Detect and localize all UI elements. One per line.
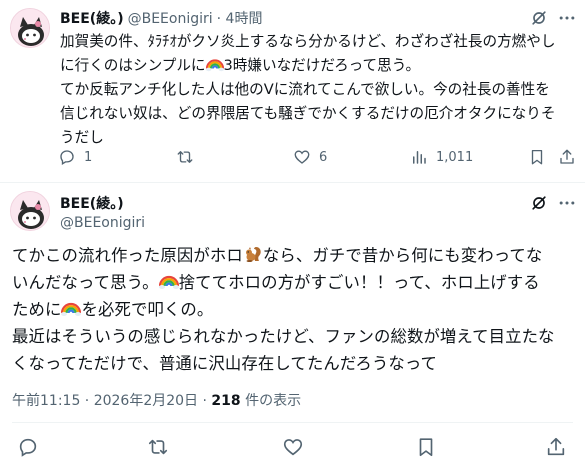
- squirrel-emoji: [243, 244, 263, 264]
- reply-icon: [19, 438, 37, 457]
- reply-icon: [60, 150, 74, 165]
- action-bar: [0, 434, 585, 462]
- tweet-line: いんだなって思う。 捨ててホロの方がすごい！！って、ホロ上げする: [12, 271, 540, 292]
- tweet-parent[interactable]: BEE(綾。) @BEEonigiri · 4時間 加賀美の件、ﾀﾗﾁｵがクソ炎…: [0, 0, 585, 183]
- tweet-line: 最近はそういうの感じられなかったけど、ファンの総数が増えて目立たな: [12, 327, 555, 346]
- views-icon: [413, 151, 426, 164]
- like-button[interactable]: 6: [293, 148, 327, 166]
- tweet-line: てかこの流れ作った原因がホロ なら、ガチで昔から何にも変わってな: [12, 244, 543, 265]
- views-label: 件の表示: [240, 393, 302, 409]
- reply-button[interactable]: 1: [58, 148, 92, 166]
- tweet-line: くなってただけで、普通に沢山存在してたんだろうなって: [12, 354, 437, 373]
- relative-time[interactable]: · 4時間: [217, 8, 263, 28]
- share-icon: [560, 149, 574, 164]
- retweet-icon: [148, 439, 168, 455]
- handle[interactable]: @BEEonigiri: [60, 215, 145, 231]
- share-icon: [547, 437, 565, 456]
- display-name[interactable]: BEE(綾。): [60, 8, 124, 28]
- rainbow-emoji: [61, 298, 82, 318]
- author-row: BEE(綾。) @BEEonigiri · 4時間: [60, 8, 262, 28]
- view-count: 1,011: [436, 149, 474, 165]
- views-button[interactable]: 1,011: [410, 148, 473, 166]
- more-icon[interactable]: [556, 7, 578, 29]
- tweet-focused: BEE(綾。) @BEEonigiri てかこの流れ作った原因がホロ なら、ガチで…: [0, 184, 585, 467]
- avatar[interactable]: [10, 8, 50, 48]
- retweet-button[interactable]: [176, 148, 202, 166]
- retweet-button[interactable]: [145, 434, 171, 460]
- bookmark-icon: [419, 438, 433, 457]
- more-icon[interactable]: [556, 192, 578, 214]
- tweet-text: 加賀美の件、ﾀﾗﾁｵがクソ炎上するなら分かるけど、わざわざ社長の方燃やし に行く…: [60, 30, 580, 150]
- avatar[interactable]: [10, 191, 50, 231]
- bookmark-icon: [531, 149, 543, 165]
- display-name[interactable]: BEE(綾。): [60, 193, 145, 213]
- like-icon: [294, 150, 310, 164]
- share-button[interactable]: [558, 148, 576, 166]
- views-number: 218: [211, 393, 241, 409]
- tweet-text: てかこの流れ作った原因がホロ なら、ガチで昔から何にも変わってな いんだなって思う…: [12, 242, 578, 377]
- share-button[interactable]: [543, 434, 569, 460]
- tweet-line: 加賀美の件、ﾀﾗﾁｵがクソ炎上するなら分かるけど、わざわざ社長の方燃やし: [60, 33, 556, 50]
- rainbow-emoji: [205, 55, 224, 73]
- tweet-line: に行くのはシンプルに 3時嫌いなだけだろって思う。: [60, 55, 421, 74]
- handle[interactable]: @BEEonigiri: [128, 11, 213, 27]
- like-icon: [283, 439, 303, 456]
- timestamp[interactable]: 午前11:15 · 2026年2月20日 ·: [12, 393, 211, 409]
- bookmark-button[interactable]: [528, 148, 546, 166]
- like-count: 6: [319, 149, 328, 165]
- tweet-line: ために を必死で叩くの。: [12, 298, 214, 319]
- rainbow-emoji: [158, 271, 179, 291]
- tweet-line: てか反転アンチ化した人は他のVに流れてこんで欲しい。今の社長の善性を: [60, 81, 550, 98]
- bookmark-button[interactable]: [413, 434, 439, 460]
- reply-button[interactable]: [15, 434, 41, 460]
- reply-count: 1: [84, 149, 93, 165]
- divider: [12, 422, 573, 423]
- grok-icon[interactable]: [528, 192, 550, 214]
- author-block: BEE(綾。) @BEEonigiri: [60, 193, 145, 231]
- like-button[interactable]: [280, 434, 306, 460]
- tweet-line: 信じれない奴は、どの界隈居ても騒ぎでかくするだけの厄介オタクになりそ: [60, 105, 556, 122]
- tweet-line: うだし: [60, 129, 104, 146]
- action-bar: 1 6 1,011: [58, 148, 583, 170]
- retweet-icon: [177, 151, 193, 163]
- grok-icon[interactable]: [528, 7, 550, 29]
- tweet-meta: 午前11:15 · 2026年2月20日 · 218 件の表示: [12, 390, 301, 410]
